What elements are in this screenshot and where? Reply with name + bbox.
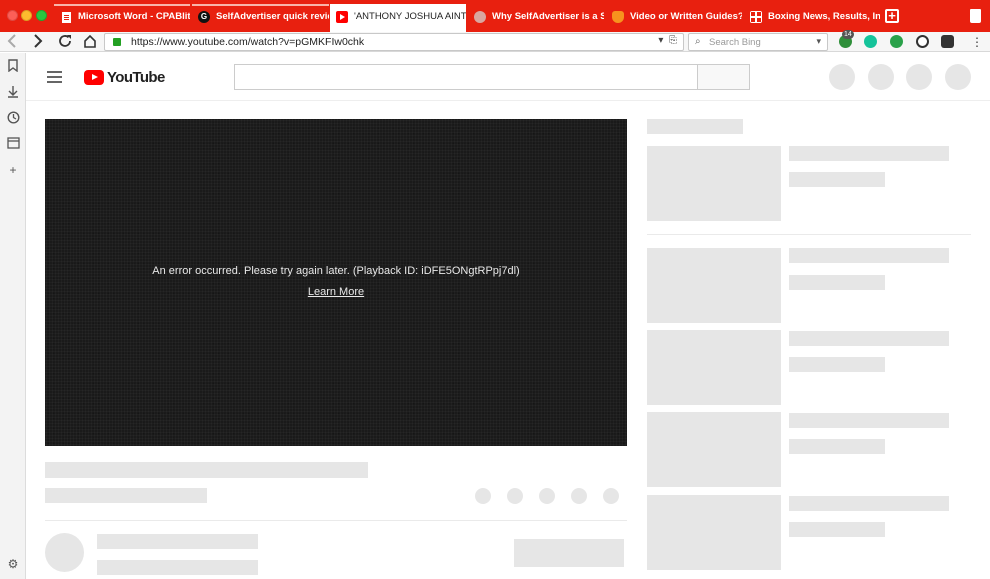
youtube-logo-text: YouTube: [107, 68, 165, 86]
grid-logo-icon: [750, 11, 762, 23]
avatar-placeholder[interactable]: [945, 64, 971, 90]
tab-title: Video or Written Guides? | af: [630, 11, 742, 22]
extension-badge: 14: [842, 30, 854, 39]
video-meta-placeholder: [789, 522, 885, 537]
new-tab-button[interactable]: +: [885, 9, 899, 23]
tab-title: Why SelfAdvertiser is a Self-S: [492, 11, 604, 22]
search-placeholder: Search Bing: [709, 37, 761, 48]
action-placeholder: [539, 488, 555, 504]
views-placeholder: [45, 488, 207, 503]
video-title-placeholder: [789, 248, 949, 263]
browser-tab-2[interactable]: G SelfAdvertiser quick review -: [192, 4, 329, 32]
channel-subs-placeholder: [97, 560, 258, 575]
browser-tab-5[interactable]: Video or Written Guides? | af: [606, 4, 742, 32]
grammarly-icon[interactable]: [864, 35, 877, 48]
action-placeholder: [603, 488, 619, 504]
search-engine-box[interactable]: ⌕ Search Bing ▾: [688, 33, 828, 51]
thumbnail-placeholder: [647, 495, 781, 570]
tab-title: Microsoft Word - CPABlitz.do: [78, 11, 190, 22]
youtube-header: YouTube: [26, 53, 990, 101]
youtube-page: YouTube An error occurred. Please try ag…: [26, 53, 990, 579]
minimize-window-button[interactable]: [21, 10, 32, 21]
bookmark-icon[interactable]: ⎘: [669, 35, 677, 46]
divider: [45, 520, 627, 521]
tab-title: SelfAdvertiser quick review -: [216, 11, 329, 22]
learn-more-link[interactable]: Learn More: [308, 286, 364, 298]
upload-extension-icon[interactable]: [916, 35, 929, 48]
close-window-button[interactable]: [7, 10, 18, 21]
hamburger-menu-icon[interactable]: [47, 71, 62, 83]
video-meta-placeholder: [789, 357, 885, 372]
orange-logo-icon: [612, 11, 624, 23]
forward-button[interactable]: [30, 34, 46, 50]
lock-icon: [113, 38, 121, 46]
url-text: https://www.youtube.com/watch?v=pGMKFIw0…: [131, 36, 365, 48]
add-panel-icon[interactable]: +: [6, 163, 20, 177]
header-placeholder-icon[interactable]: [906, 64, 932, 90]
video-title-placeholder: [789, 146, 949, 161]
header-placeholder-icon[interactable]: [829, 64, 855, 90]
refresh-extension-icon[interactable]: [890, 35, 903, 48]
channel-avatar-placeholder: [45, 533, 84, 572]
history-icon[interactable]: [6, 111, 20, 125]
browser-tab-6[interactable]: Boxing News, Results, Intervi: [744, 4, 880, 32]
tab-title: Boxing News, Results, Intervi: [768, 11, 880, 22]
browser-tab-4[interactable]: Why SelfAdvertiser is a Self-S: [468, 4, 604, 32]
youtube-icon: [336, 11, 348, 23]
video-meta-placeholder: [789, 172, 885, 187]
subscribe-placeholder: [514, 539, 624, 567]
youtube-play-icon: [84, 69, 104, 85]
thumbnail-placeholder: [647, 248, 781, 323]
divider: [647, 234, 971, 235]
reload-icon[interactable]: [57, 34, 73, 50]
downloads-icon[interactable]: [6, 85, 20, 99]
video-title-placeholder: [789, 331, 949, 346]
bookmarks-icon[interactable]: [6, 59, 20, 73]
address-bar[interactable]: https://www.youtube.com/watch?v=pGMKFIw0…: [104, 33, 684, 51]
maximize-window-button[interactable]: [36, 10, 47, 21]
document-icon: [60, 11, 72, 23]
search-icon: ⌕: [695, 36, 701, 47]
action-placeholder: [475, 488, 491, 504]
youtube-logo[interactable]: YouTube: [84, 68, 165, 86]
browser-tab-1[interactable]: Microsoft Word - CPABlitz.do: [54, 4, 190, 32]
menu-dots-icon[interactable]: ⋮: [969, 34, 985, 50]
tab-title: 'ANTHONY JOSHUA AINT GO: [354, 11, 466, 22]
tab-bar: Microsoft Word - CPABlitz.do G SelfAdver…: [0, 0, 990, 32]
address-toolbar: https://www.youtube.com/watch?v=pGMKFIw0…: [0, 30, 990, 52]
chevron-down-icon[interactable]: ▾: [816, 36, 821, 47]
youtube-search-button[interactable]: [697, 64, 750, 90]
panels-icon[interactable]: [6, 137, 20, 151]
thumbnail-placeholder: [647, 412, 781, 487]
header-placeholder-icon[interactable]: [868, 64, 894, 90]
settings-gear-icon[interactable]: ⚙: [6, 557, 20, 571]
browser-tab-3-active[interactable]: 'ANTHONY JOSHUA AINT GO: [330, 4, 466, 32]
back-button[interactable]: [4, 34, 20, 50]
up-next-placeholder: [647, 119, 743, 134]
thumbnail-placeholder: [647, 146, 781, 221]
video-title-placeholder: [789, 496, 949, 511]
thumbnail-placeholder: [647, 330, 781, 405]
player-error-message: An error occurred. Please try again late…: [152, 265, 520, 277]
action-placeholder: [507, 488, 523, 504]
youtube-search-input[interactable]: [234, 64, 698, 90]
channel-name-placeholder: [97, 534, 258, 549]
g-logo-icon: G: [198, 11, 210, 23]
video-title-placeholder: [789, 413, 949, 428]
video-meta-placeholder: [789, 275, 885, 290]
action-placeholder: [571, 488, 587, 504]
url-dropdown-icon[interactable]: ▾ ⎘: [658, 35, 677, 46]
home-icon[interactable]: [82, 34, 98, 50]
globe-icon: [474, 11, 486, 23]
video-player[interactable]: An error occurred. Please try again late…: [45, 119, 627, 446]
browser-sidebar: + ⚙: [0, 53, 26, 579]
title-placeholder: [45, 462, 368, 478]
video-meta-placeholder: [789, 439, 885, 454]
pocket-icon[interactable]: [941, 35, 954, 48]
trash-icon[interactable]: [970, 9, 981, 23]
